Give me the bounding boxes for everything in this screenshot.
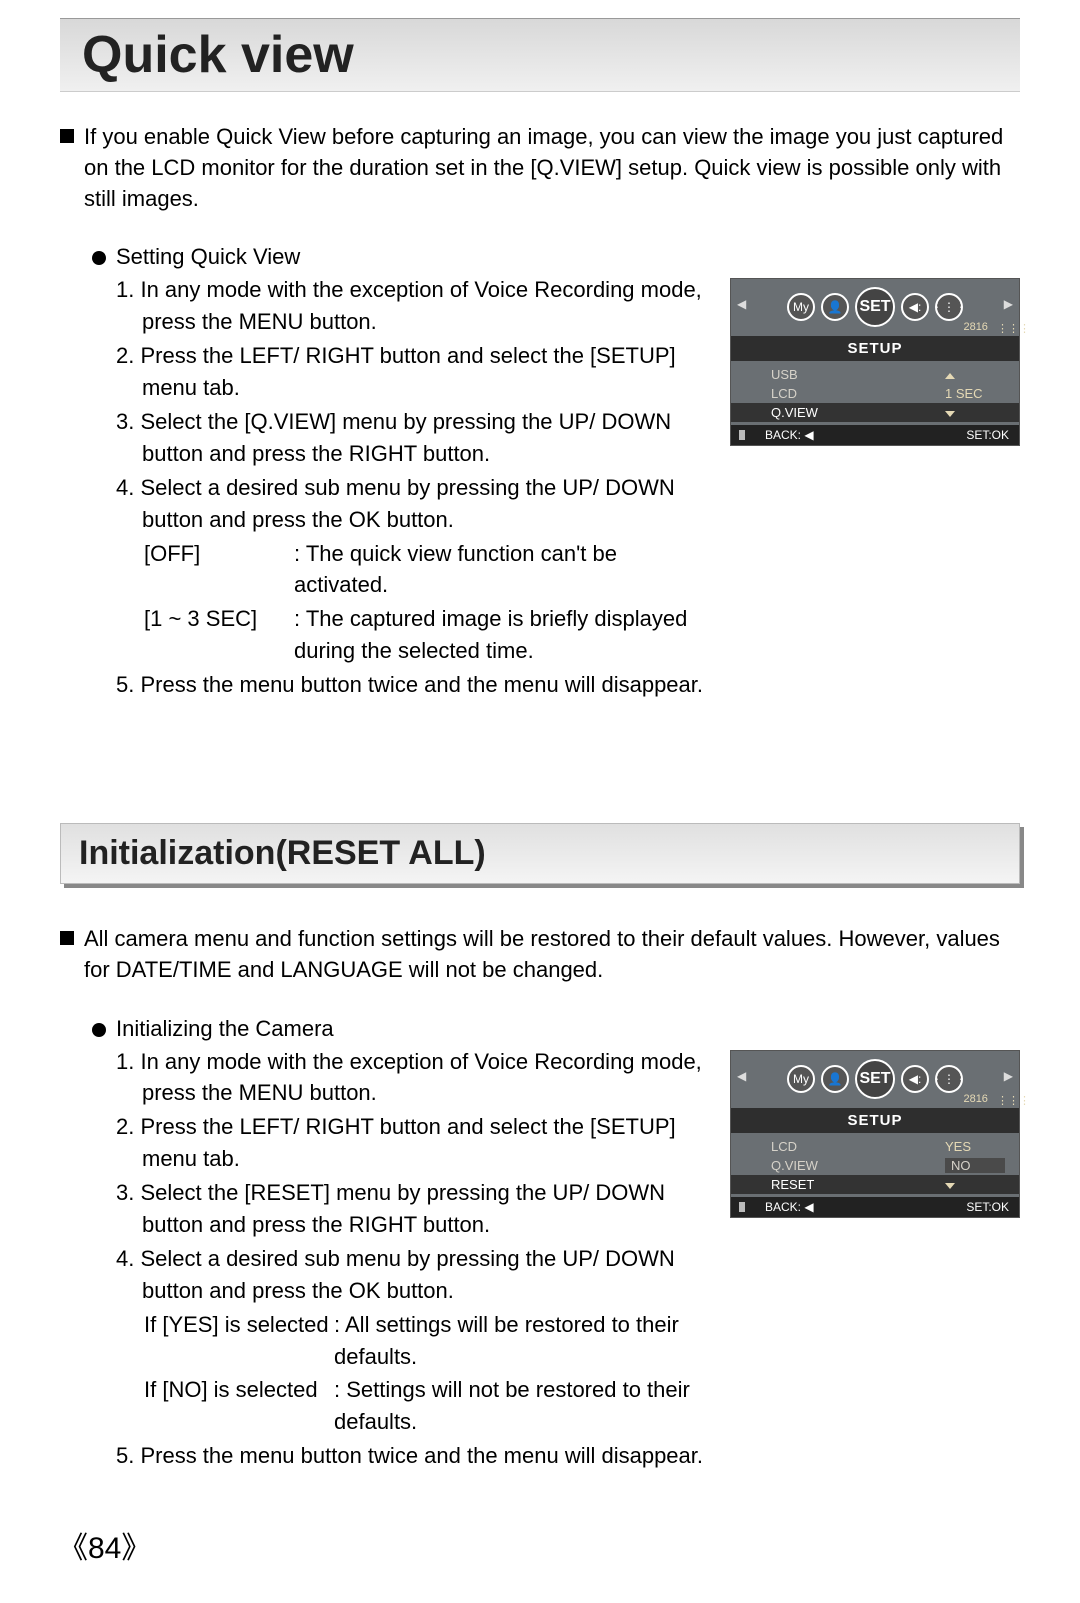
lcd-row-usb: USB <box>771 367 945 382</box>
step-2b: 2. Press the LEFT/ RIGHT button and sele… <box>92 1111 716 1175</box>
lcd-down-arrow-icon <box>945 411 955 417</box>
lcd-setok-label-2: SET:OK <box>966 1200 1009 1214</box>
lcd-my-icon: My <box>787 293 815 321</box>
lcd-illustration-reset: ◀ My 👤 SET ◀: ⋮⋮⋮ ▶ 2816 ⋮⋮⋮ SETUP LCD Y… <box>730 1050 1020 1218</box>
intro-text-2: All camera menu and function settings wi… <box>84 924 1020 986</box>
lcd-row-qview: Q.VIEW <box>771 405 945 420</box>
step-5b: 5. Press the menu button twice and the m… <box>92 1440 716 1472</box>
intro-block-2: All camera menu and function settings wi… <box>60 924 1020 986</box>
round-bullet-icon <box>92 251 106 265</box>
sub-heading-row-2: Initializing the Camera <box>92 1016 1020 1042</box>
lcd-row-lcd2: LCD <box>771 1139 945 1154</box>
lcd-my-icon: My <box>787 1065 815 1093</box>
step-2: 2. Press the LEFT/ RIGHT button and sele… <box>92 340 716 404</box>
lcd-back-label-2: BACK: <box>765 1200 801 1214</box>
section-title: Quick view <box>82 25 998 85</box>
round-bullet-icon <box>92 1023 106 1037</box>
lcd-person-icon: 👤 <box>821 293 849 321</box>
option-yes-key: If [YES] is selected <box>144 1309 334 1373</box>
page-number: 《84》 <box>58 1523 151 1567</box>
page-number-value: 84 <box>88 1532 121 1565</box>
lcd-left-arrow-icon: ◀ <box>737 1069 746 1083</box>
lcd-up-arrow-icon <box>945 373 955 379</box>
lcd-right-arrow-icon: ▶ <box>1004 1069 1013 1083</box>
step-4b: 4. Select a desired sub menu by pressing… <box>92 1243 716 1307</box>
lcd-right-arrow-icon: ▶ <box>1004 297 1013 311</box>
lcd-left-arrow-icon: ◀ <box>737 297 746 311</box>
section-heading-reset: Initialization(RESET ALL) <box>60 823 1020 884</box>
lcd-row-yes: YES <box>945 1139 1005 1154</box>
instruction-list: 1. In any mode with the exception of Voi… <box>92 274 730 703</box>
lcd-set-icon: SET <box>855 287 895 327</box>
lcd-row-no: NO <box>945 1158 1005 1173</box>
lcd-sound-icon: ◀: <box>901 1065 929 1093</box>
option-no-key: If [NO] is selected <box>144 1374 334 1438</box>
sub-heading: Setting Quick View <box>116 244 300 270</box>
section-heading-text: Initialization(RESET ALL) <box>79 834 1001 873</box>
step-1b: 1. In any mode with the exception of Voi… <box>92 1046 716 1110</box>
lcd-down-arrow-icon <box>945 1183 955 1189</box>
step-5: 5. Press the menu button twice and the m… <box>92 669 716 701</box>
lcd-footer-dot-icon <box>739 1202 745 1212</box>
lcd-back-label: BACK: <box>765 428 801 442</box>
lcd-setup-label-2: SETUP <box>731 1108 1019 1133</box>
option-yes-val: : All settings will be restored to their… <box>334 1309 716 1373</box>
lcd-set-icon: SET <box>855 1059 895 1099</box>
lcd-footer-dot-icon <box>739 430 745 440</box>
lcd-setok-label: SET:OK <box>966 428 1009 442</box>
lcd-sound-icon: ◀: <box>901 293 929 321</box>
option-off-key: [OFF] <box>144 538 294 602</box>
lcd-row-lcd-value: 1 SEC <box>945 386 1005 401</box>
step-3b: 3. Select the [RESET] menu by pressing t… <box>92 1177 716 1241</box>
lcd-person-icon: 👤 <box>821 1065 849 1093</box>
section-title-bar: Quick view <box>60 18 1020 92</box>
square-bullet-icon <box>60 931 74 945</box>
intro-text: If you enable Quick View before capturin… <box>84 122 1020 214</box>
step-4: 4. Select a desired sub menu by pressing… <box>92 472 716 536</box>
option-off-val: : The quick view function can't be activ… <box>294 538 716 602</box>
sub-heading-row: Setting Quick View <box>92 244 1020 270</box>
lcd-grid-icon: ⋮⋮⋮ <box>935 293 963 321</box>
sub-heading-2: Initializing the Camera <box>116 1016 334 1042</box>
lcd-grid-icon: ⋮⋮⋮ <box>935 1065 963 1093</box>
lcd-row-qview2: Q.VIEW <box>771 1158 945 1173</box>
option-no-val: : Settings will not be restored to their… <box>334 1374 716 1438</box>
option-sec-key: [1 ~ 3 SEC] <box>144 603 294 667</box>
lcd-row-lcd: LCD <box>771 386 945 401</box>
instruction-list-2: 1. In any mode with the exception of Voi… <box>92 1046 730 1475</box>
step-1: 1. In any mode with the exception of Voi… <box>92 274 716 338</box>
option-sec-val: : The captured image is briefly displaye… <box>294 603 716 667</box>
square-bullet-icon <box>60 129 74 143</box>
lcd-illustration-qview: ◀ My 👤 SET ◀: ⋮⋮⋮ ▶ 2816 ⋮⋮⋮ SETUP USB L… <box>730 278 1020 446</box>
lcd-row-reset: RESET <box>771 1177 945 1192</box>
step-3: 3. Select the [Q.VIEW] menu by pressing … <box>92 406 716 470</box>
lcd-setup-label: SETUP <box>731 336 1019 361</box>
intro-block: If you enable Quick View before capturin… <box>60 122 1020 214</box>
